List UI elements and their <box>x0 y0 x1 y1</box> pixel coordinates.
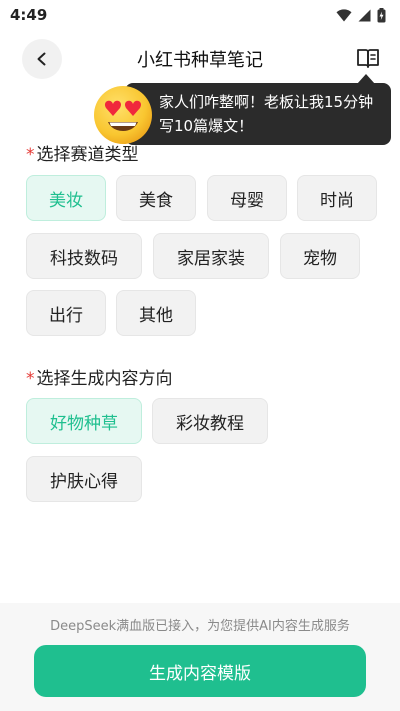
chip-other[interactable]: 其他 <box>116 290 196 336</box>
chip-label: 护肤心得 <box>50 471 118 492</box>
chip-label: 彩妆教程 <box>176 413 244 434</box>
section-title-direction: * 选择生成内容方向 <box>26 364 173 389</box>
chip-product-recommend[interactable]: 好物种草 <box>26 398 142 444</box>
battery-icon <box>377 7 386 22</box>
section-title-text: 选择赛道类型 <box>36 145 139 165</box>
bottom-panel: DeepSeek满血版已接入，为您提供AI内容生成服务 生成内容模版 <box>0 603 400 711</box>
section-title-track: * 选择赛道类型 <box>26 140 139 165</box>
chip-mother-baby[interactable]: 母婴 <box>207 175 287 221</box>
chip-fashion[interactable]: 时尚 <box>297 175 377 221</box>
heart-eyes-emoji-icon <box>94 86 152 144</box>
service-note: DeepSeek满血版已接入，为您提供AI内容生成服务 <box>50 619 350 634</box>
chip-home-decor[interactable]: 家居家装 <box>153 233 269 279</box>
chip-label: 好物种草 <box>50 413 118 434</box>
status-bar: 4:49 <box>0 0 400 30</box>
chip-label: 其他 <box>139 305 173 326</box>
chip-pets[interactable]: 宠物 <box>280 233 360 279</box>
chip-travel[interactable]: 出行 <box>26 290 106 336</box>
chip-makeup[interactable]: 美妆 <box>26 175 106 221</box>
chip-label: 时尚 <box>320 190 354 211</box>
generate-template-button[interactable]: 生成内容模版 <box>34 645 366 697</box>
chip-label: 宠物 <box>303 248 337 269</box>
tooltip-text: 家人们咋整啊！老板让我15分钟写10篇爆文！ <box>159 93 374 135</box>
page-title: 小红书种草笔记 <box>137 50 263 71</box>
chip-food[interactable]: 美食 <box>116 175 196 221</box>
section-title-text: 选择生成内容方向 <box>36 369 173 389</box>
wifi-icon <box>336 8 352 21</box>
chip-label: 母婴 <box>230 190 264 211</box>
app-header: 小红书种草笔记 <box>0 36 400 82</box>
book-icon <box>357 49 379 68</box>
chip-makeup-tutorial[interactable]: 彩妆教程 <box>152 398 268 444</box>
chip-skincare-tips[interactable]: 护肤心得 <box>26 456 142 502</box>
chip-tech-digital[interactable]: 科技数码 <box>26 233 142 279</box>
chip-label: 科技数码 <box>50 248 118 269</box>
tooltip-bubble: 家人们咋整啊！老板让我15分钟写10篇爆文！ <box>125 74 391 145</box>
chip-label: 美食 <box>139 190 173 211</box>
chip-label: 出行 <box>49 305 83 326</box>
status-time: 4:49 <box>10 6 48 24</box>
status-icons <box>336 7 386 23</box>
signal-icon <box>358 9 371 21</box>
required-mark: * <box>26 145 35 165</box>
required-mark: * <box>26 369 35 389</box>
guide-button[interactable] <box>354 45 382 73</box>
chip-label: 美妆 <box>49 190 83 211</box>
chip-label: 家居家装 <box>177 248 245 269</box>
